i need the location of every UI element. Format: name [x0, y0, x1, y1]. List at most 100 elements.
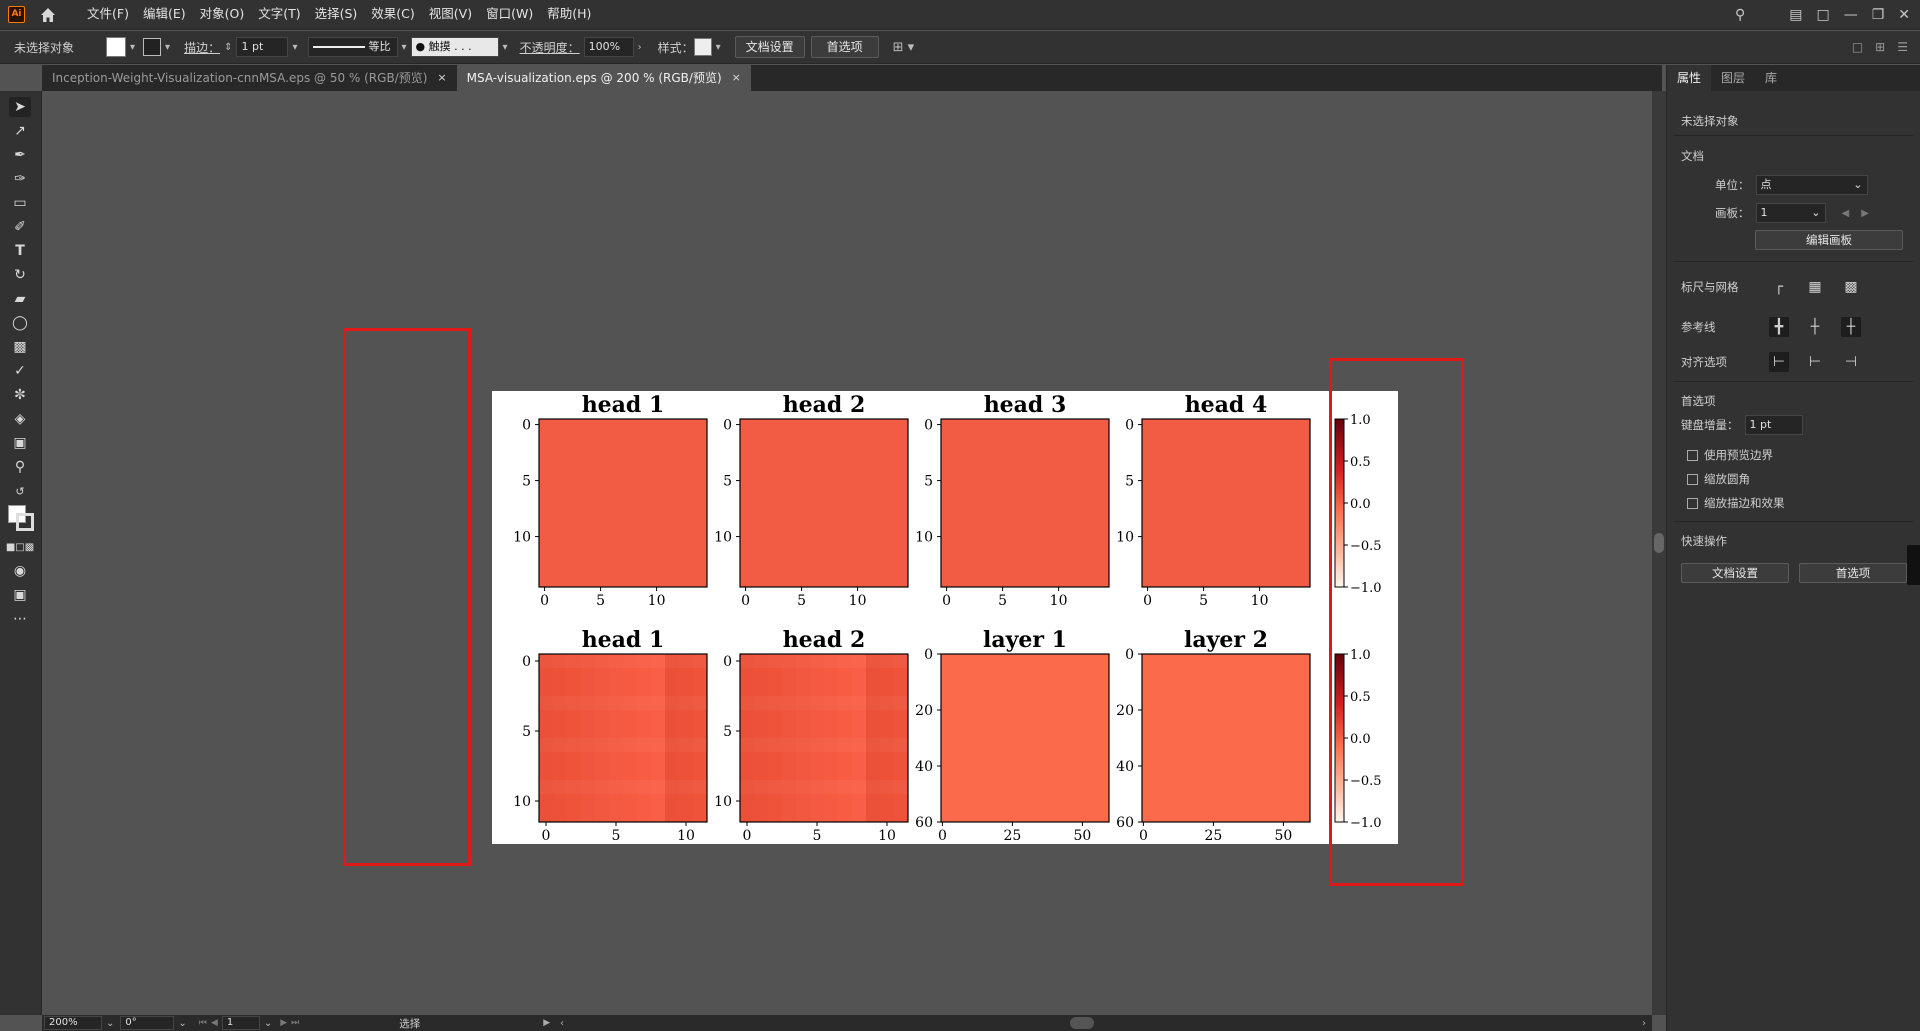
scroll-thumb[interactable] — [1654, 533, 1664, 553]
quick-doc-setup-button[interactable]: 文档设置 — [1681, 563, 1789, 583]
status-menu-icon[interactable]: ▶ — [543, 1018, 550, 1028]
arrange-icon[interactable]: ⊞ ▾ — [893, 40, 915, 55]
canvas[interactable]: head 1 0 5 10 0 5 10 head 2 0 5 10 0 5 10 head 3 0 5 10 0 5… — [42, 91, 1652, 1015]
rotate-tool-icon[interactable]: ↻ — [9, 265, 31, 285]
align-center-icon[interactable]: ⊢ — [1805, 352, 1825, 372]
menu-item-4[interactable]: 选择(S) — [308, 0, 365, 30]
fill-dropdown-icon[interactable]: ▾ — [130, 42, 135, 53]
prev-artboard-nav-icon[interactable]: ◀ — [211, 1018, 218, 1028]
show-guides-icon[interactable]: ╋ — [1769, 317, 1789, 337]
rotation-dropdown-icon[interactable]: ⌄ — [178, 1018, 186, 1029]
direct-selection-tool-icon[interactable]: ↗ — [9, 121, 31, 141]
next-artboard-icon[interactable]: ▶ — [1861, 208, 1869, 219]
draw-mode-icon[interactable]: ◉ — [9, 561, 31, 581]
blend-tool-icon[interactable]: ◈ — [9, 409, 31, 429]
arrange-documents-icon[interactable]: ▤ — [1789, 7, 1802, 23]
stroke-swatch[interactable] — [143, 38, 162, 56]
align-right-icon[interactable]: ⊣ — [1841, 352, 1861, 372]
zoom-tool-icon[interactable]: ⚲ — [9, 457, 31, 477]
tab-msa[interactable]: MSA-visualization.eps @ 200 % (RGB/预览) × — [456, 65, 751, 91]
scale-strokes-row[interactable]: 缩放描边和效果 — [1687, 495, 1785, 511]
tab-inception[interactable]: Inception-Weight-Visualization-cnnMSA.ep… — [42, 65, 457, 91]
scale-corners-row[interactable]: 缩放圆角 — [1687, 471, 1750, 487]
transform-icon[interactable]: □ — [1852, 40, 1863, 54]
workspace-icon[interactable]: □ — [1816, 7, 1829, 23]
brush-dropdown-icon[interactable]: ▾ — [503, 42, 508, 53]
home-icon[interactable] — [38, 5, 58, 25]
scroll-left-icon[interactable]: ‹ — [560, 1018, 564, 1029]
scale-strokes-checkbox[interactable] — [1687, 497, 1698, 509]
more-tools-icon[interactable]: ⋯ — [9, 609, 31, 629]
vertical-scrollbar[interactable] — [1652, 91, 1666, 1015]
scale-corners-checkbox[interactable] — [1687, 473, 1698, 485]
close-tab-icon[interactable]: × — [732, 65, 741, 91]
stroke-profile-dropdown-icon[interactable]: ▾ — [402, 42, 407, 53]
menu-item-5[interactable]: 效果(C) — [364, 0, 421, 30]
preferences-button[interactable]: 首选项 — [810, 36, 879, 58]
curvature-tool-icon[interactable]: ✑ — [9, 169, 31, 189]
stroke-color-icon[interactable] — [16, 513, 34, 531]
tab-layers[interactable]: 图层 — [1711, 65, 1755, 91]
fill-swatch[interactable] — [106, 37, 126, 57]
transparency-grid-icon[interactable]: ▩ — [1841, 277, 1861, 297]
eyedropper-tool-icon[interactable]: ✓ — [9, 361, 31, 381]
menu-item-1[interactable]: 编辑(E) — [136, 0, 193, 30]
artboard-select[interactable]: 1 ⌄ — [1755, 203, 1826, 223]
first-artboard-icon[interactable]: ⏮ — [199, 1018, 207, 1028]
menu-item-8[interactable]: 帮助(H) — [540, 0, 598, 30]
color-mode-icon[interactable]: ■□▩ — [6, 537, 34, 557]
style-dropdown-icon[interactable]: ▾ — [716, 42, 721, 53]
zoom-dropdown-icon[interactable]: ⌄ — [106, 1018, 114, 1029]
pen-tool-icon[interactable]: ✒ — [9, 145, 31, 165]
menu-item-2[interactable]: 对象(O) — [193, 0, 252, 30]
panel-collapse-handle[interactable] — [1907, 545, 1920, 585]
selection-tool-icon[interactable]: ➤ — [9, 97, 31, 117]
scroll-right-icon[interactable]: › — [1642, 1018, 1646, 1029]
rotation-input[interactable]: 0° — [120, 1016, 175, 1030]
panel-menu-icon[interactable]: ☰ — [1897, 40, 1908, 54]
horizontal-scroll-thumb[interactable] — [1070, 1017, 1095, 1029]
rectangle-tool-icon[interactable]: ▭ — [9, 193, 31, 213]
last-artboard-nav-icon[interactable]: ⏭ — [291, 1018, 299, 1028]
artboard-nav-dropdown-icon[interactable]: ⌄ — [264, 1018, 272, 1029]
tab-libraries[interactable]: 库 — [1755, 65, 1787, 91]
unit-select[interactable]: 点 ⌄ — [1755, 175, 1868, 195]
opacity-arrow-icon[interactable]: › — [638, 42, 642, 53]
grid-icon[interactable]: ▦ — [1805, 277, 1825, 297]
menu-item-7[interactable]: 窗口(W) — [479, 0, 540, 30]
next-artboard-nav-icon[interactable]: ▶ — [280, 1018, 287, 1028]
tab-properties[interactable]: 属性 — [1667, 65, 1712, 91]
swap-fill-stroke-icon[interactable]: ↺ — [9, 481, 31, 501]
preview-bounds-row[interactable]: 使用预览边界 — [1687, 447, 1773, 463]
close-window-icon[interactable]: ✕ — [1898, 7, 1910, 23]
align-to-pixel-icon[interactable]: ⊢ — [1769, 352, 1789, 372]
keyboard-increment-input[interactable]: 1 pt — [1744, 415, 1803, 435]
type-tool-icon[interactable]: T — [9, 241, 31, 261]
edit-artboards-button[interactable]: 编辑画板 — [1755, 230, 1903, 250]
menu-item-3[interactable]: 文字(T) — [251, 0, 307, 30]
close-tab-icon[interactable]: × — [437, 65, 446, 91]
ruler-icon[interactable]: ┌ — [1769, 277, 1789, 297]
paintbrush-tool-icon[interactable]: ✐ — [9, 217, 31, 237]
restore-icon[interactable]: ❐ — [1872, 7, 1885, 23]
brush-select[interactable]: ● 触摸 . . . — [410, 37, 499, 57]
artboard[interactable]: head 1 0 5 10 0 5 10 head 2 0 5 10 0 5 10 head 3 0 5 10 0 5… — [492, 391, 1398, 844]
quick-preferences-button[interactable]: 首选项 — [1799, 563, 1907, 583]
menu-item-6[interactable]: 视图(V) — [422, 0, 479, 30]
stroke-stepper-icon[interactable]: ⇕ — [224, 42, 232, 53]
align-icon[interactable]: ⊞ — [1875, 40, 1885, 54]
prev-artboard-icon[interactable]: ◀ — [1842, 208, 1850, 219]
doc-setup-button[interactable]: 文档设置 — [734, 36, 805, 58]
stroke-profile-select[interactable]: 等比 — [307, 37, 398, 57]
artboard-tool-icon[interactable]: ▣ — [9, 433, 31, 453]
puppet-warp-tool-icon[interactable]: ✼ — [9, 385, 31, 405]
style-swatch[interactable] — [693, 38, 712, 56]
shape-builder-tool-icon[interactable]: ◯ — [9, 313, 31, 333]
opacity-input[interactable]: 100% — [583, 37, 634, 57]
smart-guides-icon[interactable]: ┼ — [1841, 317, 1861, 337]
search-icon[interactable]: ⚲ — [1735, 7, 1745, 23]
minimize-icon[interactable]: — — [1844, 7, 1858, 23]
screen-mode-icon[interactable]: ▣ — [9, 585, 31, 605]
stroke-dropdown-icon[interactable]: ▾ — [165, 42, 170, 53]
stroke-weight-dropdown-icon[interactable]: ▾ — [292, 42, 297, 53]
